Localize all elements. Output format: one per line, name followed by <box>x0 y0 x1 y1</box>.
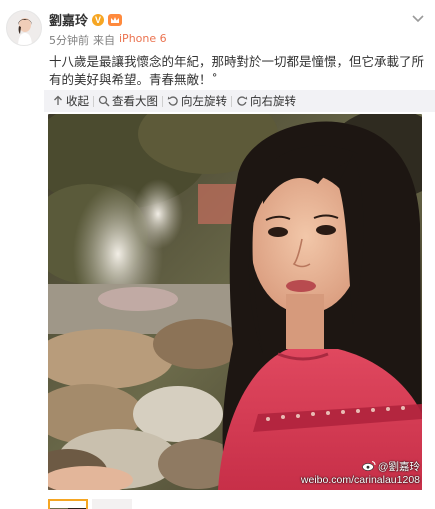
watermark-url: weibo.com/carinalau1208 <box>300 474 420 486</box>
arrow-up-icon <box>52 95 64 107</box>
rotate-right-icon <box>236 95 248 107</box>
thumbnail-1[interactable] <box>48 499 88 509</box>
view-large-button[interactable]: 查看大图 <box>94 90 162 112</box>
photo-watermark: @劉嘉玲 weibo.com/carinalau1208 <box>301 459 422 486</box>
view-large-label: 查看大图 <box>112 94 158 108</box>
watermark-handle: @劉嘉玲 <box>362 459 420 474</box>
crown-icon[interactable] <box>108 13 123 26</box>
thumbnail-strip <box>48 499 132 509</box>
post-photo[interactable]: @劉嘉玲 weibo.com/carinalau1208 <box>48 114 422 490</box>
author-name[interactable]: 劉嘉玲 <box>49 10 88 29</box>
weibo-logo-icon <box>362 460 376 474</box>
rotate-right-label: 向右旋转 <box>250 94 296 108</box>
image-toolbar: 收起 查看大图 向左旋转 向右旋转 <box>44 90 435 112</box>
post-meta: 5分钟前 来自 iPhone 6 <box>49 32 167 48</box>
weibo-post: 劉嘉玲 V 5分钟前 来自 iPhone 6 十八歲是最讓我懷念的年紀，那時對於… <box>0 0 435 509</box>
magnify-icon <box>98 95 110 107</box>
rotate-left-button[interactable]: 向左旋转 <box>163 90 231 112</box>
thumbnail-2[interactable] <box>92 499 132 509</box>
watermark-handle-text: @劉嘉玲 <box>377 461 420 473</box>
post-source-label: 来自 <box>93 34 115 47</box>
verified-v-icon[interactable]: V <box>92 13 105 26</box>
collapse-button[interactable]: 收起 <box>48 90 93 112</box>
post-time[interactable]: 5分钟前 <box>49 32 89 48</box>
rotate-right-button[interactable]: 向右旋转 <box>232 90 300 112</box>
chevron-down-icon[interactable] <box>410 10 426 23</box>
author-line: 劉嘉玲 V <box>49 10 123 29</box>
rotate-left-icon <box>167 95 179 107</box>
author-avatar[interactable] <box>6 10 42 46</box>
post-device-link[interactable]: iPhone 6 <box>119 32 167 48</box>
portrait-photo <box>48 114 422 490</box>
post-text: 十八歲是最讓我懷念的年紀，那時對於一切都是憧憬，但它承載了所有的美好與希望。青春… <box>49 54 425 87</box>
rotate-left-label: 向左旋转 <box>181 94 227 108</box>
collapse-label: 收起 <box>66 94 89 108</box>
